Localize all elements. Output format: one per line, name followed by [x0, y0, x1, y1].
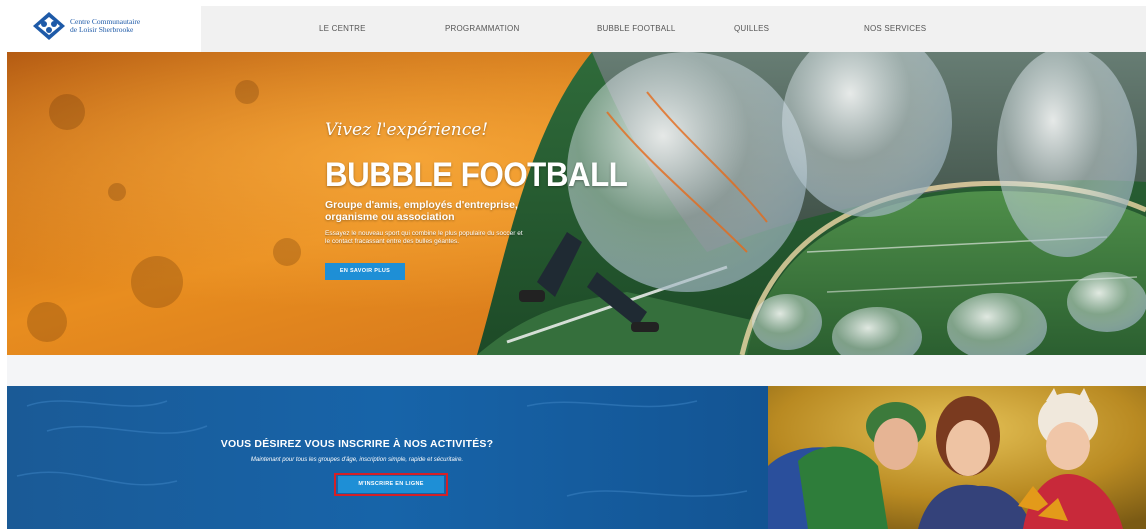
- logo-line-2: de Loisir Sherbrooke: [70, 25, 134, 34]
- signup-section: VOUS DÉSIREZ VOUS INSCRIRE À NOS ACTIVIT…: [7, 386, 768, 529]
- hero-subtitle: Groupe d'amis, employés d'entreprise, or…: [325, 199, 518, 223]
- nav-item-quilles[interactable]: QUILLES: [734, 6, 769, 52]
- site-logo[interactable]: Centre Communautaire de Loisir Sherbrook…: [32, 10, 160, 42]
- main-nav: LE CENTRE PROGRAMMATION BUBBLE FOOTBALL …: [201, 6, 1146, 52]
- signup-title: VOUS DÉSIREZ VOUS INSCRIRE À NOS ACTIVIT…: [220, 438, 494, 450]
- section-spacer: [7, 355, 1146, 386]
- hero-background-image: [7, 52, 1146, 355]
- hero-title: BUBBLE FOOTBALL: [325, 156, 628, 194]
- nav-item-nos-services[interactable]: NOS SERVICES: [864, 6, 926, 52]
- family-photo: [768, 386, 1146, 529]
- logo-text: Centre Communautaire de Loisir Sherbrook…: [70, 18, 160, 34]
- signup-subtitle: Maintenant pour tous les groupes d'âge, …: [250, 457, 464, 463]
- site-header: Centre Communautaire de Loisir Sherbrook…: [0, 0, 1146, 52]
- nav-item-bubble-football[interactable]: BUBBLE FOOTBALL: [597, 6, 676, 52]
- hero-description: Essayez le nouveau sport qui combine le …: [325, 230, 523, 245]
- nav-item-le-centre[interactable]: LE CENTRE: [319, 6, 366, 52]
- logo-diamond-icon: [32, 11, 66, 41]
- signup-online-button[interactable]: M'INSCRIRE EN LIGNE: [338, 476, 444, 493]
- nav-item-programmation[interactable]: PROGRAMMATION: [445, 6, 519, 52]
- learn-more-button[interactable]: EN SAVOIR PLUS: [325, 263, 405, 280]
- hero-tagline: Vivez l'expérience!: [325, 120, 489, 140]
- hero-banner: Vivez l'expérience! BUBBLE FOOTBALL Grou…: [7, 52, 1146, 355]
